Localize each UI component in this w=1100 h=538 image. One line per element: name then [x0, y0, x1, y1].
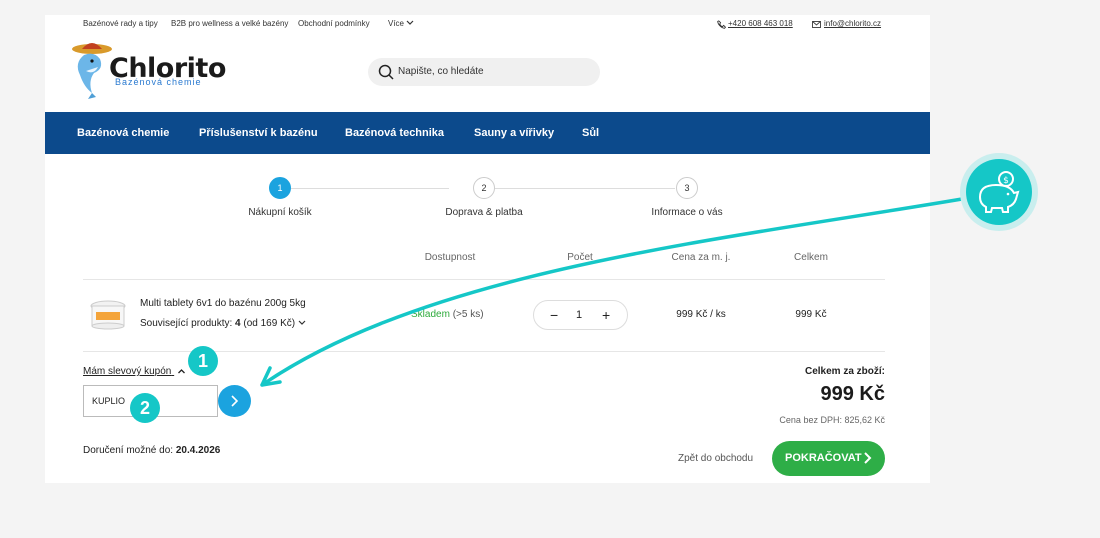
related-products[interactable]: Související produkty: 4 (od 169 Kč) [140, 318, 306, 329]
step-3-label: Informace o vás [651, 207, 723, 218]
piggy-bank-icon: $ [966, 159, 1032, 225]
coupon-toggle-label: Mám slevový kupón [83, 366, 172, 377]
step-3-dot[interactable]: 3 [676, 177, 698, 199]
availability-status: Skladem [411, 309, 450, 320]
topbar-link-tips[interactable]: Bazénové rady a tipy [83, 19, 158, 28]
availability-detail: (>5 ks) [452, 309, 484, 320]
phone-link[interactable]: +420 608 463 018 [728, 19, 793, 28]
unit-price: 999 Kč / ks [676, 309, 726, 320]
email-link[interactable]: info@chlorito.cz [824, 19, 881, 28]
topbar-link-more[interactable]: Více [388, 19, 414, 28]
search-icon [378, 64, 394, 80]
piggy-bank-badge: $ [960, 153, 1038, 231]
increase-button[interactable]: + [602, 307, 610, 323]
delivery-date: 20.4.2026 [175, 445, 221, 456]
total-value: 999 Kč [820, 383, 886, 405]
phone-icon [717, 20, 726, 29]
svg-text:$: $ [1003, 176, 1009, 186]
step-2-dot[interactable]: 2 [473, 177, 495, 199]
main-nav: Bazénová chemie Příslušenství k bazénu B… [45, 112, 930, 154]
apply-coupon-button[interactable] [218, 385, 251, 417]
step-1-label: Nákupní košík [248, 207, 312, 218]
step-1-dot[interactable]: 1 [269, 177, 291, 199]
header-availability: Dostupnost [424, 252, 476, 263]
step-2-label: Doprava & platba [445, 207, 523, 218]
divider [83, 351, 885, 352]
continue-button[interactable]: POKRAČOVAT [772, 441, 885, 476]
topbar-link-b2b[interactable]: B2B pro wellness a velké bazény [171, 19, 288, 28]
nav-item-saunas[interactable]: Sauny a vířivky [474, 127, 554, 139]
nav-item-accessories[interactable]: Příslušenství k bazénu [199, 127, 318, 139]
delivery-label: Doručení možné do: [83, 445, 174, 456]
chevron-right-icon [864, 452, 872, 464]
chevron-down-icon [298, 320, 306, 325]
back-to-shop-link[interactable]: Zpět do obchodu [678, 453, 753, 464]
coupon-input[interactable]: KUPLIO [83, 385, 218, 417]
related-count: 4 [235, 318, 241, 329]
total-label: Celkem za zboží: [804, 366, 885, 377]
chevron-up-icon [178, 369, 186, 374]
step-line [495, 188, 675, 189]
related-price: (od 169 Kč) [243, 318, 296, 329]
net-value: 825,62 Kč [844, 415, 885, 425]
nav-item-technology[interactable]: Bazénová technika [345, 127, 444, 139]
search-input[interactable]: Napište, co hledáte [368, 58, 600, 86]
chevron-down-icon [406, 20, 414, 25]
topbar-more-label: Více [388, 19, 405, 28]
quantity-stepper: − 1 + [533, 300, 628, 330]
header-unit-price: Cena za m. j. [671, 252, 731, 263]
header-total: Celkem [794, 252, 828, 263]
net-price: Cena bez DPH: 825,62 Kč [779, 415, 885, 425]
quantity-value[interactable]: 1 [576, 309, 582, 321]
continue-label: POKRAČOVAT [785, 452, 862, 464]
logo-tagline: Bazénová chemie [115, 77, 202, 87]
coupon-toggle[interactable]: Mám slevový kupón [83, 366, 186, 377]
topbar-link-terms[interactable]: Obchodní podmínky [298, 19, 370, 28]
divider [83, 279, 885, 280]
availability: Skladem (>5 ks) [411, 309, 484, 320]
related-prefix: Související produkty: [140, 318, 233, 329]
mail-icon [812, 21, 821, 28]
chevron-right-icon [231, 395, 239, 407]
nav-item-salt[interactable]: Sůl [582, 127, 599, 139]
step-line [281, 188, 449, 189]
decrease-button[interactable]: − [550, 307, 558, 323]
row-total: 999 Kč [795, 309, 827, 320]
nav-item-pool-chemistry[interactable]: Bazénová chemie [77, 127, 169, 139]
header-count: Počet [567, 252, 593, 263]
top-bar: Bazénové rady a tipy B2B pro wellness a … [83, 19, 881, 33]
search-placeholder: Napište, co hledáte [398, 66, 484, 77]
net-label: Cena bez DPH: [779, 415, 842, 425]
product-name[interactable]: Multi tablety 6v1 do bazénu 200g 5kg [140, 298, 306, 309]
page: Bazénové rady a tipy B2B pro wellness a … [45, 15, 930, 483]
delivery-info: Doručení možné do: 20.4.2026 [83, 445, 220, 456]
product-image[interactable] [90, 300, 126, 330]
